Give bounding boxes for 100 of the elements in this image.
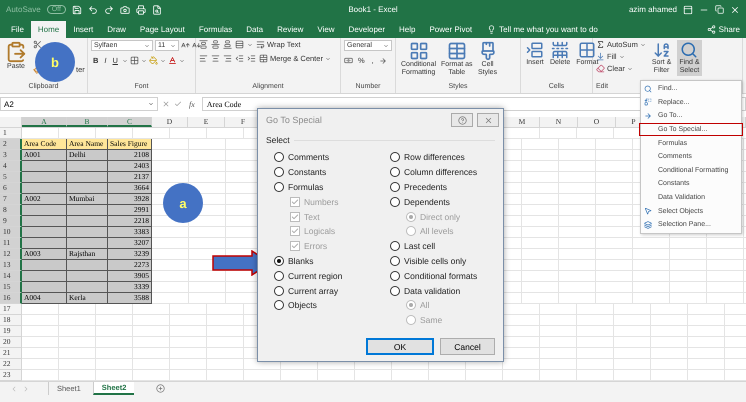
table-cell (22, 238, 67, 249)
caret-icon (178, 58, 185, 64)
preview-icon[interactable] (152, 4, 162, 14)
radio-button[interactable] (390, 196, 400, 207)
restore-icon[interactable] (715, 5, 724, 14)
ribbon-tab[interactable]: Developer (342, 21, 392, 38)
table-cell (67, 227, 108, 238)
insert-cells-icon (526, 41, 544, 59)
share-button[interactable]: Share (700, 21, 746, 38)
radio-button[interactable] (274, 270, 284, 281)
caret-icon (640, 42, 646, 48)
option-label: Precedents (404, 182, 447, 192)
cancel-button[interactable]: Cancel (440, 338, 495, 355)
radio-button[interactable] (390, 256, 400, 266)
table-cell (22, 205, 67, 216)
option-label: Formulas (288, 182, 324, 192)
window-title: Book1 - Excel (348, 5, 398, 14)
indent-decrease-icon[interactable] (235, 54, 244, 63)
option-label: Last cell (404, 241, 436, 252)
callout-marker: a (163, 183, 203, 223)
scissors-icon[interactable] (33, 40, 42, 49)
cancel-icon[interactable] (162, 100, 170, 108)
fill-color-icon[interactable] (148, 56, 158, 65)
caret-icon (148, 101, 154, 107)
ribbon-tab[interactable]: Data (239, 21, 270, 38)
table-cell (67, 271, 108, 282)
printer-icon[interactable] (136, 4, 146, 14)
caret-icon (160, 58, 166, 64)
search-icon (680, 41, 698, 59)
table-cell (22, 271, 67, 282)
table-icon (446, 41, 467, 61)
option-label: Conditional formats (404, 270, 478, 281)
option-label: Constants (288, 167, 326, 178)
ribbon-tab[interactable]: Power Pivot (422, 21, 480, 38)
align-center-icon[interactable] (211, 54, 220, 63)
option-label: Comments (288, 152, 330, 162)
indent-increase-icon[interactable] (247, 54, 256, 63)
shrink-font-icon[interactable] (192, 41, 201, 50)
radio-button[interactable] (390, 270, 400, 281)
ribbon-tab[interactable]: View (310, 21, 342, 38)
conditional-format-icon (408, 41, 429, 61)
radio-button[interactable] (274, 300, 284, 310)
option-label: Visible cells only (404, 256, 466, 266)
ribbon-tab[interactable]: Help (392, 21, 422, 38)
table-cell (22, 227, 67, 238)
caret-icon (144, 42, 150, 48)
table-cell (67, 238, 108, 249)
ribbon-display-icon[interactable] (683, 4, 694, 14)
borders-icon[interactable] (130, 56, 139, 65)
enter-icon[interactable] (174, 100, 182, 108)
ribbon-tab[interactable]: Formulas (192, 21, 240, 38)
radio-button[interactable] (390, 167, 400, 178)
option-label: All (420, 300, 430, 310)
radio-button[interactable] (274, 182, 284, 192)
ribbon-tab[interactable]: Draw (100, 21, 133, 38)
close-icon[interactable] (730, 4, 740, 14)
grow-font-icon[interactable] (181, 41, 190, 50)
radio-button[interactable] (390, 286, 400, 296)
option-label: Text (304, 212, 320, 222)
tell-me-search[interactable]: Tell me what you want to do (487, 21, 598, 38)
insert-function-button[interactable]: fx (186, 100, 198, 108)
save-icon[interactable] (72, 4, 82, 14)
radio-button[interactable] (390, 241, 400, 252)
merge-icon (259, 54, 268, 63)
orientation-icon[interactable] (235, 40, 244, 49)
name-box[interactable]: A2 (0, 97, 158, 111)
ribbon-tab[interactable]: Page Layout (132, 21, 192, 38)
ribbon-tab[interactable]: File (4, 21, 31, 38)
align-middle-icon[interactable] (211, 40, 220, 49)
option-label: Current region (288, 270, 342, 281)
font-color-icon[interactable] (168, 56, 177, 65)
option-label: Objects (288, 300, 317, 310)
ribbon-tab[interactable]: Review (270, 21, 310, 38)
align-top-icon[interactable] (199, 40, 208, 49)
radio-button[interactable] (390, 152, 400, 162)
sigma-icon (596, 40, 605, 49)
caret-icon (247, 42, 253, 48)
camera-icon[interactable] (120, 4, 130, 14)
help-button[interactable] (451, 113, 473, 127)
option-label: Errors (304, 241, 328, 252)
radio-button[interactable] (274, 167, 284, 178)
ok-button[interactable]: OK (366, 338, 434, 355)
radio-button[interactable] (390, 182, 400, 192)
option-label: All levels (420, 226, 454, 236)
ribbon-tab[interactable]: Insert (66, 21, 100, 38)
format-cells-icon (578, 41, 596, 59)
table-cell (67, 260, 108, 271)
align-right-icon[interactable] (223, 54, 232, 63)
sort-icon (652, 41, 671, 59)
ribbon-tab[interactable]: Home (30, 21, 66, 38)
align-bottom-icon[interactable] (223, 40, 232, 49)
radio-button[interactable] (274, 152, 284, 162)
currency-icon[interactable] (344, 56, 353, 65)
align-left-icon[interactable] (199, 54, 208, 63)
redo-icon[interactable] (104, 4, 114, 14)
caret-icon (140, 58, 147, 64)
add-sheet-icon[interactable] (156, 384, 166, 393)
radio-button[interactable] (274, 286, 284, 296)
undo-icon[interactable] (88, 4, 98, 14)
radio-button[interactable] (274, 256, 284, 266)
